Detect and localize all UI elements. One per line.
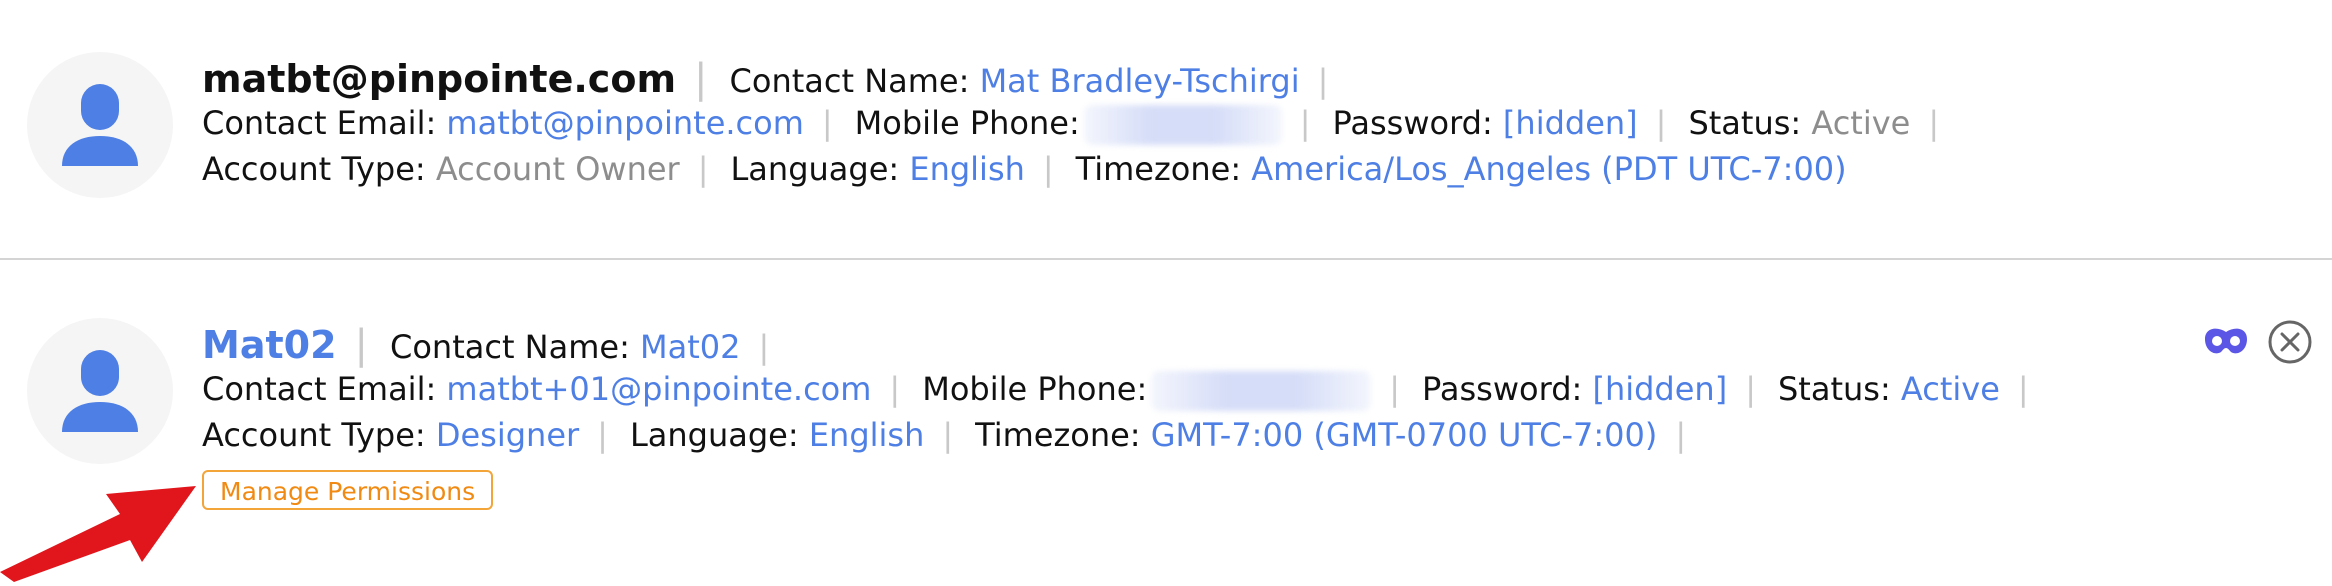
- mobile-phone-blurred: [1151, 371, 1372, 411]
- mask-icon[interactable]: [2202, 318, 2250, 366]
- account-type-label: Account Type:: [202, 416, 426, 454]
- password-value[interactable]: [hidden]: [1503, 104, 1638, 142]
- user-row-2: Mat02 | Contact Name: Mat02 | Contact Email…: [0, 260, 2332, 582]
- timezone-value[interactable]: America/Los_Angeles (PDT UTC-7:00): [1251, 150, 1846, 188]
- password-label: Password:: [1332, 104, 1493, 142]
- contact-name-label: Contact Name:: [729, 62, 970, 100]
- password-label: Password:: [1422, 370, 1583, 408]
- language-value[interactable]: English: [909, 150, 1025, 188]
- mobile-phone-label: Mobile Phone:: [922, 370, 1148, 408]
- contact-name-label: Contact Name:: [390, 328, 630, 366]
- contact-email-value[interactable]: matbt+01@pinpointe.com: [446, 370, 871, 408]
- contact-name-value[interactable]: Mat Bradley-Tschirgi: [980, 62, 1300, 100]
- contact-email-value[interactable]: matbt@pinpointe.com: [446, 104, 803, 142]
- mobile-phone-label: Mobile Phone:: [854, 104, 1080, 142]
- password-value[interactable]: [hidden]: [1592, 370, 1727, 408]
- account-type-value: Account Owner: [435, 150, 680, 188]
- language-value[interactable]: English: [809, 416, 925, 454]
- user-row-1: matbt@pinpointe.com | Contact Name: Mat Br…: [0, 0, 2332, 260]
- timezone-label: Timezone:: [975, 416, 1141, 454]
- status-label: Status:: [1777, 370, 1891, 408]
- close-circle-icon[interactable]: [2266, 318, 2314, 366]
- username: matbt@pinpointe.com: [202, 57, 677, 101]
- timezone-value[interactable]: GMT-7:00 (GMT-0700 UTC-7:00): [1151, 416, 1658, 454]
- contact-email-label: Contact Email:: [202, 104, 437, 142]
- account-type-value[interactable]: Designer: [436, 416, 579, 454]
- user-avatar-icon: [27, 318, 173, 464]
- row-actions: [2202, 318, 2314, 366]
- account-type-label: Account Type:: [202, 150, 426, 188]
- status-label: Status:: [1688, 104, 1802, 142]
- mobile-phone-blurred: [1083, 105, 1282, 145]
- status-value[interactable]: Active: [1901, 370, 2000, 408]
- user-info: Mat02 | Contact Name: Mat02 | Contact Email…: [202, 318, 2332, 510]
- manage-permissions-button[interactable]: Manage Permissions: [202, 470, 494, 510]
- user-info: matbt@pinpointe.com | Contact Name: Mat Br…: [202, 56, 1940, 188]
- contact-name-value[interactable]: Mat02: [640, 328, 740, 366]
- status-value: Active: [1811, 104, 1911, 142]
- language-label: Language:: [629, 416, 799, 454]
- contact-email-label: Contact Email:: [202, 370, 437, 408]
- timezone-label: Timezone:: [1075, 150, 1242, 188]
- username-link[interactable]: Mat02: [202, 323, 337, 367]
- user-avatar-icon: [27, 52, 173, 198]
- red-arrow-annotation: [0, 470, 200, 586]
- language-label: Language:: [730, 150, 900, 188]
